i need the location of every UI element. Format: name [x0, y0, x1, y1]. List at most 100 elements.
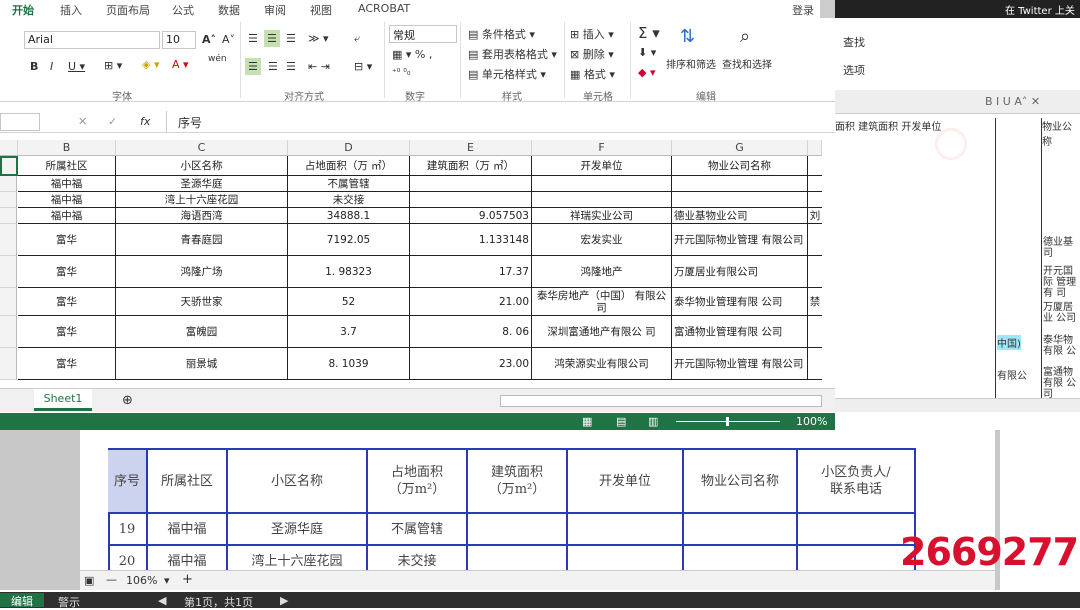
decimal-icon[interactable]: ⁺⁰ ⁰₀ — [392, 68, 410, 78]
table-cell[interactable]: 17.37 — [410, 256, 532, 288]
underline-icon[interactable]: U ▾ — [68, 60, 85, 73]
grow-font-icon[interactable]: A˄ — [202, 33, 216, 46]
autosum-icon[interactable]: Σ ▾ — [638, 24, 660, 42]
column-header[interactable]: D — [288, 140, 410, 156]
table-cell[interactable]: 富华 — [18, 224, 116, 256]
zoom-dropdown-icon[interactable]: ▾ — [164, 574, 170, 587]
table-cell[interactable]: 宏发实业 — [532, 224, 672, 256]
page-layout-icon[interactable]: ▤ — [616, 415, 626, 428]
name-box[interactable] — [0, 113, 40, 131]
clear-icon[interactable]: ◆ ▾ — [638, 66, 655, 79]
table-cell[interactable]: 湾上十六座花园 — [116, 192, 288, 208]
zoom-thumb[interactable] — [726, 417, 729, 426]
doc-table-cell[interactable]: 福中福 — [148, 514, 228, 546]
zoom-out-icon[interactable]: — — [106, 573, 117, 586]
table-cell[interactable]: 万厦居业有限公司 — [672, 256, 808, 288]
indent-icon[interactable]: ⇤ ⇥ — [308, 60, 330, 73]
table-cell[interactable]: 鸿隆广场 — [116, 256, 288, 288]
table-cell[interactable] — [808, 156, 822, 176]
row-header[interactable] — [0, 256, 17, 288]
cancel-icon[interactable]: ✕ — [78, 115, 87, 128]
column-header[interactable] — [808, 140, 822, 156]
row-header[interactable] — [0, 208, 17, 224]
font-size-select[interactable]: 10 — [162, 31, 196, 49]
merge-icon[interactable]: ⊟ ▾ — [354, 60, 372, 73]
table-cell[interactable]: 开元国际物业管理 有限公司 — [672, 224, 808, 256]
table-cell[interactable]: 9.057503 — [410, 208, 532, 224]
phonetic-icon[interactable]: wén — [208, 54, 227, 64]
table-cell[interactable] — [672, 176, 808, 192]
column-header[interactable]: C — [116, 140, 288, 156]
align-middle-icon[interactable]: ☰ — [264, 30, 280, 47]
zoom-in-icon[interactable]: + — [182, 572, 193, 587]
table-cell[interactable]: 福中福 — [18, 192, 116, 208]
doc-header-cell[interactable]: 小区负责人/ 联系电话 — [798, 450, 916, 514]
currency-icon[interactable]: ▦ ▾ % , — [392, 48, 432, 61]
table-cell[interactable]: 未交接 — [288, 192, 410, 208]
table-cell[interactable]: 3.7 — [288, 316, 410, 348]
table-cell[interactable]: 福中福 — [18, 208, 116, 224]
table-cell[interactable]: 8. 06 — [410, 316, 532, 348]
align-top-icon[interactable]: ☰ — [248, 32, 258, 45]
tab-view[interactable]: 视图 — [310, 2, 332, 18]
table-cell[interactable]: 泰华房地产（中国） 有限公司 — [532, 288, 672, 316]
doc-header-cell[interactable]: 序号 — [108, 450, 148, 514]
align-bottom-icon[interactable]: ☰ — [286, 32, 296, 45]
table-cell[interactable]: 富魄园 — [116, 316, 288, 348]
shrink-font-icon[interactable]: A˅ — [222, 33, 235, 46]
doc-table-cell[interactable] — [568, 514, 684, 546]
cell-styles-button[interactable]: ▤ 单元格样式 ▾ — [468, 66, 546, 82]
table-cell[interactable]: 8. 1039 — [288, 348, 410, 380]
tab-acrobat[interactable]: ACROBAT — [358, 2, 410, 15]
tab-home[interactable]: 开始 — [12, 2, 34, 18]
header-cell[interactable]: 物业公司名称 — [672, 156, 808, 176]
row-header[interactable] — [0, 288, 17, 316]
column-header[interactable]: E — [410, 140, 532, 156]
login-link[interactable]: 登录 — [792, 2, 814, 18]
table-cell[interactable]: 1. 98323 — [288, 256, 410, 288]
row-header[interactable] — [0, 224, 17, 256]
tab-insert[interactable]: 插入 — [60, 2, 82, 18]
doc-table-cell[interactable]: 不属管辖 — [368, 514, 468, 546]
table-cell[interactable]: 刘 — [808, 208, 822, 224]
doc-table-cell[interactable] — [468, 514, 568, 546]
user-avatar[interactable] — [820, 0, 835, 18]
page-icon[interactable]: ▣ — [84, 574, 94, 587]
wrap-text-icon[interactable]: ⤶ — [354, 32, 360, 46]
row-header[interactable] — [0, 176, 17, 192]
table-cell[interactable]: 1.133148 — [410, 224, 532, 256]
header-cell[interactable]: 建筑面积（万 ㎡） — [410, 156, 532, 176]
doc-header-cell[interactable]: 物业公司名称 — [684, 450, 798, 514]
doc-table-cell[interactable]: 19 — [108, 514, 148, 546]
find-select-button[interactable]: 查找和选择 — [722, 56, 772, 71]
table-cell[interactable]: 祥瑞实业公司 — [532, 208, 672, 224]
table-cell[interactable] — [808, 192, 822, 208]
doc-header-cell[interactable]: 建筑面积 （万m²） — [468, 450, 568, 514]
table-cell[interactable]: 富华 — [18, 316, 116, 348]
number-format-select[interactable]: 常规 — [389, 25, 457, 43]
table-cell[interactable]: 鸿荣源实业有限公司 — [532, 348, 672, 380]
page-break-icon[interactable]: ▥ — [648, 415, 658, 428]
conditional-format-button[interactable]: ▤ 条件格式 ▾ — [468, 26, 535, 42]
table-cell[interactable] — [808, 224, 822, 256]
table-cell[interactable] — [808, 316, 822, 348]
sort-filter-icon[interactable]: ⇅ — [680, 26, 695, 47]
table-cell[interactable]: 7192.05 — [288, 224, 410, 256]
sheet-tab[interactable]: Sheet1 — [34, 389, 92, 411]
prev-page-icon[interactable]: ◀ — [158, 594, 166, 607]
delete-cells-button[interactable]: ⊠ 删除 ▾ — [570, 46, 614, 62]
table-cell[interactable]: 21.00 — [410, 288, 532, 316]
column-header[interactable]: G — [672, 140, 808, 156]
align-left-icon[interactable]: ☰ — [245, 58, 261, 75]
doc-table-cell[interactable] — [798, 514, 916, 546]
formula-input[interactable]: 序号 — [178, 114, 202, 131]
font-name-select[interactable]: Arial — [24, 31, 160, 49]
border-icon[interactable]: ⊞ ▾ — [104, 59, 122, 72]
table-cell[interactable]: 泰华物业管理有限 公司 — [672, 288, 808, 316]
doc-header-cell[interactable]: 所属社区 — [148, 450, 228, 514]
italic-icon[interactable]: I — [50, 60, 53, 73]
row-header[interactable] — [0, 348, 17, 380]
table-cell[interactable]: 富华 — [18, 256, 116, 288]
twitter-banner[interactable]: 在 Twitter 上关注 — [835, 0, 1080, 32]
doc-header-cell[interactable]: 占地面积 （万m²） — [368, 450, 468, 514]
